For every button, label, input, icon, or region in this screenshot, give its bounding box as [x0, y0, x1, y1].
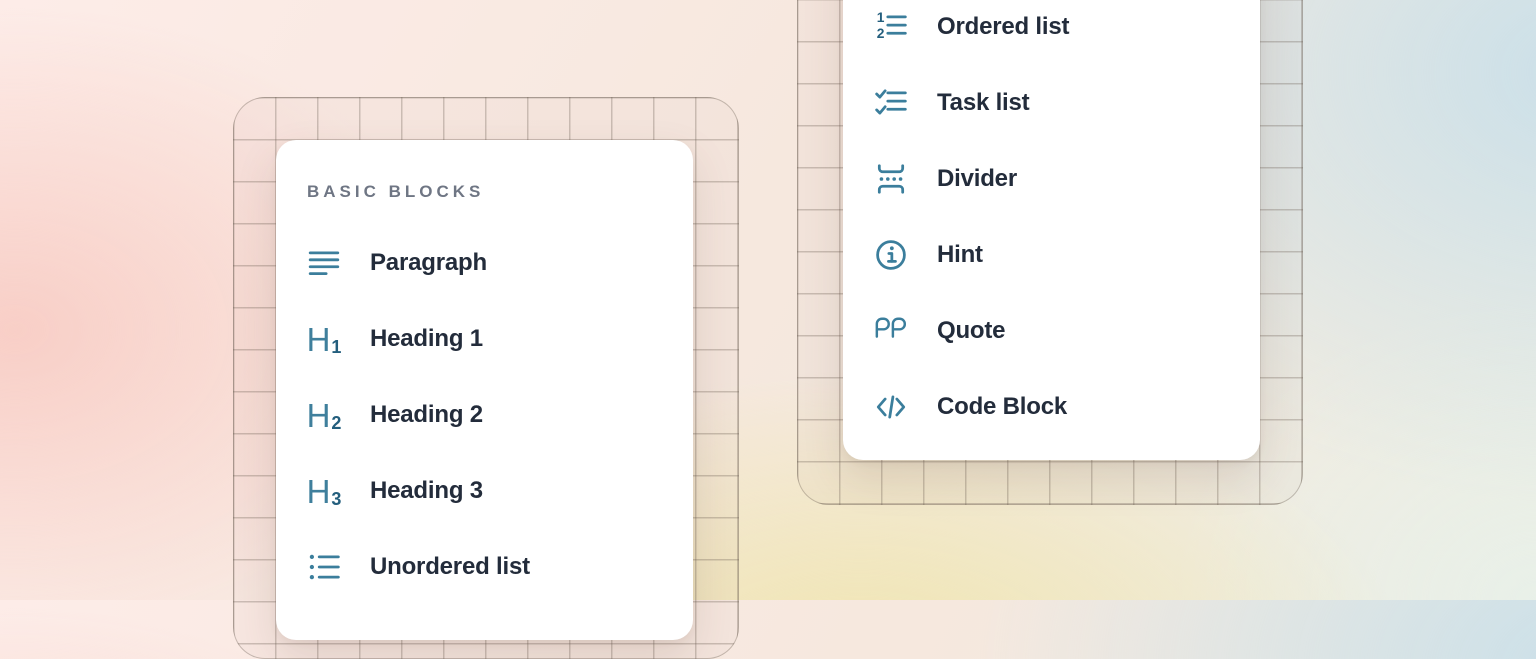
blocks-menu-card-right: 1 2 Ordered list [843, 0, 1260, 460]
menu-item-label: Ordered list [937, 13, 1069, 41]
svg-text:1: 1 [877, 10, 885, 25]
menu-item-paragraph[interactable]: Paragraph [276, 225, 693, 301]
menu-item-heading-2[interactable]: H 2 Heading 2 [276, 377, 693, 453]
menu-item-task-list[interactable]: Task list [843, 65, 1260, 141]
menu-item-label: Heading 1 [370, 325, 483, 353]
quote-icon [873, 313, 909, 349]
menu-item-hint[interactable]: Hint [843, 217, 1260, 293]
menu-item-label: Paragraph [370, 249, 487, 277]
menu-item-unordered-list[interactable]: Unordered list [276, 529, 693, 605]
divider-icon [873, 161, 909, 197]
menu-item-code-block[interactable]: Code Block [843, 369, 1260, 445]
menu-item-label: Quote [937, 317, 1005, 345]
basic-blocks-list: Paragraph H 1 Heading 1 H 2 [276, 225, 693, 605]
menu-item-ordered-list[interactable]: 1 2 Ordered list [843, 0, 1260, 65]
menu-item-label: Task list [937, 89, 1029, 117]
menu-item-quote[interactable]: Quote [843, 293, 1260, 369]
menu-item-heading-3[interactable]: H 3 Heading 3 [276, 453, 693, 529]
menu-item-label: Divider [937, 165, 1017, 193]
section-title: BASIC BLOCKS [307, 180, 484, 204]
heading-2-icon: H 2 [306, 397, 342, 433]
code-block-icon [873, 389, 909, 425]
task-list-icon [873, 85, 909, 121]
svg-text:2: 2 [877, 25, 885, 41]
basic-blocks-menu-card: BASIC BLOCKS Paragraph H 1 [276, 140, 693, 640]
menu-item-heading-1[interactable]: H 1 Heading 1 [276, 301, 693, 377]
menu-item-label: Unordered list [370, 553, 530, 581]
menu-item-label: Hint [937, 241, 983, 269]
heading-1-icon: H 1 [306, 321, 342, 357]
menu-item-label: Heading 3 [370, 477, 483, 505]
menu-item-divider[interactable]: Divider [843, 141, 1260, 217]
blocks-list: 1 2 Ordered list [843, 0, 1260, 445]
hint-icon [873, 237, 909, 273]
menu-item-label: Heading 2 [370, 401, 483, 429]
ordered-list-icon: 1 2 [873, 9, 909, 45]
page-background: BASIC BLOCKS Paragraph H 1 [0, 0, 1536, 600]
paragraph-icon [306, 245, 342, 281]
menu-item-label: Code Block [937, 393, 1067, 421]
heading-3-icon: H 3 [306, 473, 342, 509]
unordered-list-icon [306, 549, 342, 585]
